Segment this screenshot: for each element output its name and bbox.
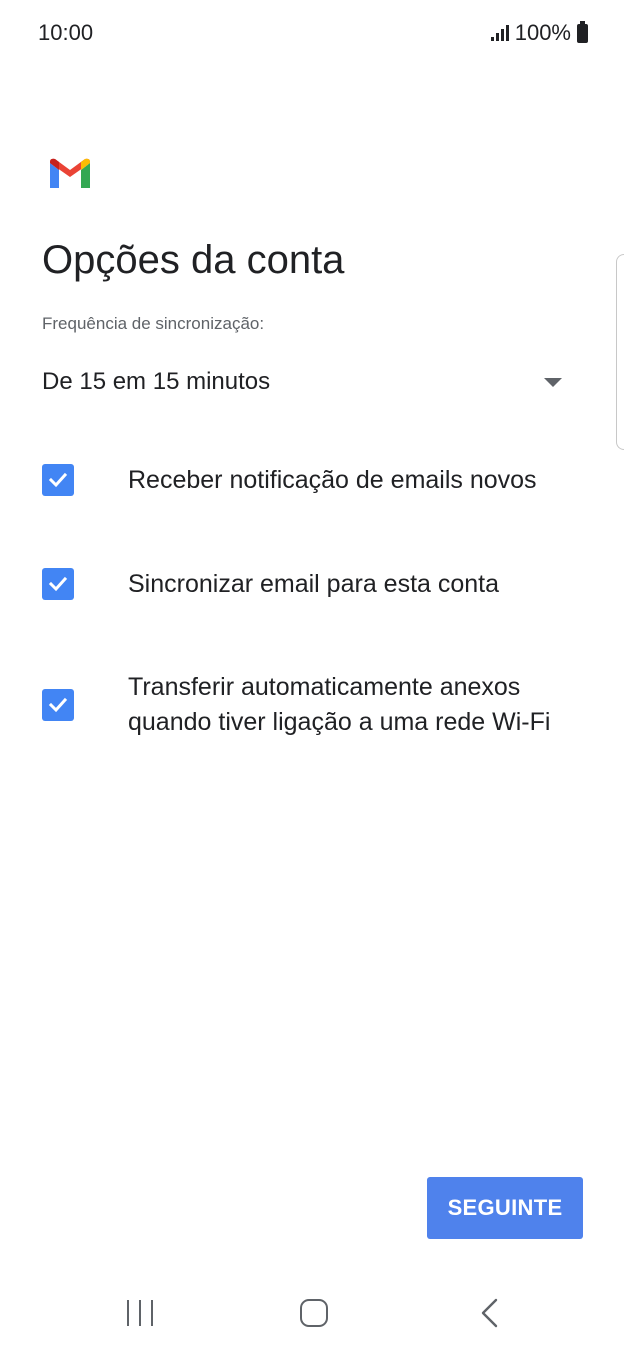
checkbox-auto-download-attachments[interactable]: [42, 688, 74, 721]
home-icon[interactable]: [300, 1299, 328, 1327]
option-sync-email[interactable]: Sincronizar email para esta conta: [42, 564, 582, 604]
option-label-sync-email: Sincronizar email para esta conta: [128, 569, 500, 598]
edge-panel-handle[interactable]: [616, 254, 624, 450]
check-icon: [48, 472, 68, 488]
checkbox-notify-new-emails[interactable]: [42, 464, 74, 496]
screen: 10:00 100% Opções da conta Frequência de…: [0, 0, 624, 1354]
battery-icon: [577, 20, 588, 43]
sync-frequency-dropdown[interactable]: De 15 em 15 minutos: [42, 362, 572, 402]
page-title: Opções da conta: [42, 238, 345, 282]
check-icon: [48, 697, 68, 712]
status-right: 100%: [490, 20, 588, 46]
dropdown-arrow-icon: [544, 377, 562, 387]
check-icon: [48, 576, 68, 592]
status-time: 10:00: [38, 20, 94, 45]
back-icon[interactable]: [478, 1298, 504, 1328]
status-bar: 10:00 100%: [0, 0, 624, 66]
option-label-notify-new-emails: Receber notificação de emails novos: [128, 465, 537, 494]
option-auto-download-attachments[interactable]: Transferir automaticamente anexos quando…: [42, 652, 582, 757]
next-button[interactable]: SEGUINTE: [427, 1177, 583, 1239]
battery-text: 100%: [514, 20, 571, 45]
recent-apps-icon[interactable]: [127, 1300, 153, 1326]
sync-frequency-label: Frequência de sincronização:: [42, 314, 265, 333]
signal-icon: [490, 25, 509, 41]
navigation-bar: [0, 1270, 624, 1354]
option-notify-new-emails[interactable]: Receber notificação de emails novos: [42, 444, 582, 516]
gmail-logo: [50, 158, 90, 188]
checkbox-sync-email[interactable]: [42, 568, 74, 600]
option-label-auto-download-attachments: Transferir automaticamente anexos quando…: [128, 672, 551, 736]
sync-frequency-value: De 15 em 15 minutos: [42, 368, 271, 395]
